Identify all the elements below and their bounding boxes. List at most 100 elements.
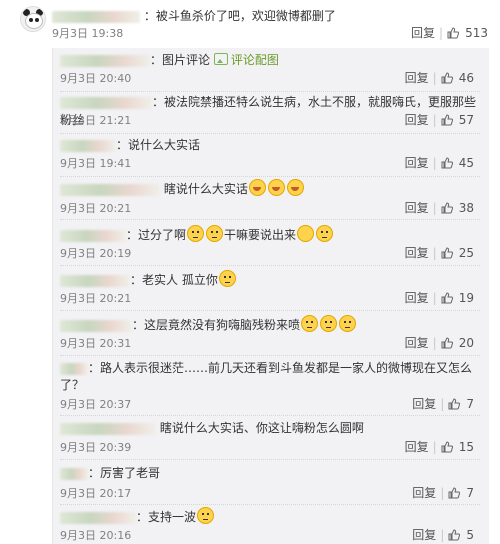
reply-text: ：过分了啊 — [126, 228, 187, 242]
reply-button[interactable]: 回复 — [412, 528, 436, 542]
thumbs-up-icon[interactable] — [448, 529, 461, 541]
comment-text: ：被斗鱼杀价了吧，欢迎微博都删了 — [143, 9, 336, 23]
reply-item: ：过分了啊 干嘛要说出来 9月3日 20:19 回复 | 25 — [60, 225, 480, 266]
reply-button[interactable]: 回复 — [412, 397, 436, 411]
cat-emoji-icon — [197, 507, 215, 524]
like-count: 7 — [466, 397, 474, 411]
cat-emoji-icon — [316, 225, 334, 242]
username-blur[interactable] — [60, 362, 88, 375]
username-blur[interactable] — [60, 274, 130, 287]
username-blur[interactable] — [52, 10, 140, 23]
laugh-emoji-icon — [248, 179, 266, 196]
reply-button[interactable]: 回复 — [405, 156, 429, 170]
reply-text: 瞎说什么大实话 — [163, 182, 248, 196]
reply-time: 9月3日 20:16 — [60, 529, 132, 542]
reply-time: 9月3日 20:39 — [60, 441, 132, 454]
reply-item: ：老实人 孤立你 9月3日 20:21 回复 | 19 — [60, 270, 480, 311]
like-count: 19 — [458, 291, 474, 305]
reply-button[interactable]: 回复 — [405, 113, 429, 127]
thumbs-up-icon[interactable] — [441, 247, 453, 259]
reply-text: ：支持一波 — [136, 510, 197, 524]
reply-time: 9月3日 20:17 — [60, 487, 132, 500]
thumbs-up-icon[interactable] — [441, 441, 453, 453]
reply-item: ：说什么大实话 9月3日 19:41 回复 | 45 — [60, 136, 480, 177]
thumbs-up-icon[interactable] — [441, 157, 453, 169]
cat-emoji-icon — [187, 225, 205, 242]
laugh-emoji-icon — [267, 179, 285, 196]
reply-button[interactable]: 回复 — [405, 71, 429, 85]
reply-item: 瞎说什么大实话、你这让嗨粉怎么圆啊 9月3日 20:39 回复 | 15 — [60, 419, 480, 460]
reply-time: 9月3日 19:41 — [60, 157, 132, 170]
reply-time: 9月3日 20:19 — [60, 247, 132, 260]
reply-text: ：厉害了老哥 — [88, 466, 161, 480]
reply-item: ：被法院禁播还特么说生病，水土不服，就服嗨氏，更服那些粉丝 9月3日 21:21… — [60, 93, 480, 134]
reply-text-2: 干嘛要说出来 — [224, 228, 297, 242]
thumbs-up-icon[interactable] — [441, 202, 453, 214]
thumbs-up-icon[interactable] — [441, 337, 453, 349]
reply-item: ：这层竟然没有狗嗨脑残粉来喷 9月3日 20:31 回复 | 20 — [60, 315, 480, 356]
top-comment-line: ：被斗鱼杀价了吧，欢迎微博都删了 — [52, 7, 336, 24]
reply-time: 9月3日 20:31 — [60, 337, 132, 350]
like-count: 25 — [458, 246, 474, 260]
reply-text: ：说什么大实话 — [116, 138, 201, 152]
reply-time: 9月3日 20:37 — [60, 398, 132, 411]
panda-avatar[interactable] — [20, 6, 46, 32]
username-blur[interactable] — [60, 54, 150, 67]
cat-emoji-icon — [218, 270, 236, 287]
reply-button[interactable]: 回复 — [405, 291, 429, 305]
like-count: 38 — [458, 201, 474, 215]
thumbs-up-icon[interactable] — [441, 72, 453, 84]
reply-text: ：老实人 孤立你 — [130, 273, 218, 287]
thumbs-up-icon[interactable] — [448, 487, 461, 499]
cat-emoji-icon — [339, 315, 357, 332]
username-blur[interactable] — [60, 229, 126, 242]
username-blur[interactable] — [60, 139, 116, 152]
reply-time: 9月3日 20:21 — [60, 202, 132, 215]
reply-button[interactable]: 回复 — [405, 440, 429, 454]
like-count: 7 — [466, 486, 474, 500]
thumbs-up-icon[interactable] — [441, 292, 453, 304]
username-blur[interactable] — [60, 96, 152, 109]
reply-text-cont: 了？ — [60, 378, 85, 392]
think-emoji-icon — [297, 225, 315, 242]
image-icon — [213, 53, 228, 65]
comment-time: 9月3日 19:38 — [52, 27, 124, 40]
like-count: 15 — [458, 440, 474, 454]
like-count: 20 — [458, 336, 474, 350]
reply-item: ：路人表示很迷茫……前几天还看到斗鱼发都是一家人的微博现在又怎么 了？ 9月3日… — [60, 359, 480, 416]
reply-text: 瞎说什么大实话、你这让嗨粉怎么圆啊 — [159, 421, 364, 435]
cat-emoji-icon — [206, 225, 224, 242]
reply-button[interactable]: 回复 — [412, 486, 436, 500]
thumbs-up-icon[interactable] — [448, 398, 461, 410]
username-blur[interactable] — [60, 319, 132, 332]
reply-item: ：厉害了老哥 9月3日 20:17 回复 | 7 — [60, 464, 480, 505]
username-blur[interactable] — [60, 467, 88, 480]
reply-time: 9月3日 21:21 — [60, 114, 132, 127]
like-count: 57 — [458, 113, 474, 127]
like-count: 5 — [466, 528, 474, 542]
username-blur[interactable] — [60, 422, 156, 435]
reply-time: 9月3日 20:21 — [60, 292, 132, 305]
reply-button[interactable]: 回复 — [405, 246, 429, 260]
reply-item: ：图片评论 评论配图 9月3日 20:40 回复 | 46 — [60, 51, 480, 92]
reply-button[interactable]: 回复 — [405, 336, 429, 350]
cat-emoji-icon — [301, 315, 319, 332]
reply-button[interactable]: 回复 — [411, 26, 435, 40]
like-count: 45 — [458, 156, 474, 170]
reply-text: ：图片评论 — [150, 53, 211, 67]
comment-actions: 回复 | 513 — [411, 26, 488, 40]
username-blur[interactable] — [60, 183, 160, 196]
comment-image-link[interactable]: 评论配图 — [231, 53, 279, 67]
reply-text: ：这层竟然没有狗嗨脑残粉来喷 — [132, 318, 301, 332]
username-blur[interactable] — [60, 511, 136, 524]
cat-emoji-icon — [320, 315, 338, 332]
laugh-emoji-icon — [286, 179, 304, 196]
thumbs-up-icon[interactable] — [447, 27, 460, 39]
reply-text: ：路人表示很迷茫……前几天还看到斗鱼发都是一家人的微博现在又怎么 — [88, 361, 473, 375]
thumbs-up-icon[interactable] — [441, 114, 453, 126]
top-comment: ：被斗鱼杀价了吧，欢迎微博都删了 9月3日 19:38 回复 | 513 — [0, 0, 500, 48]
reply-time: 9月3日 20:40 — [60, 72, 132, 85]
reply-button[interactable]: 回复 — [405, 201, 429, 215]
reply-item: ：支持一波 9月3日 20:16 回复 | 5 — [60, 507, 480, 544]
like-count: 46 — [458, 71, 474, 85]
